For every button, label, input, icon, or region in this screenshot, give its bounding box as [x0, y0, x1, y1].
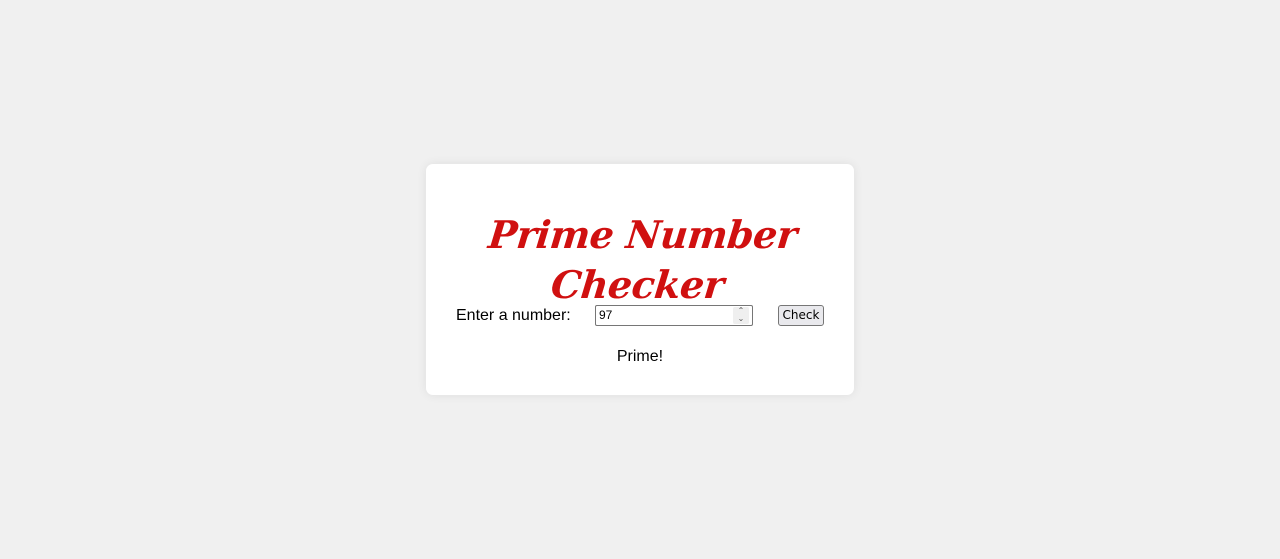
chevron-down-icon[interactable]: ⌄ [733, 315, 749, 323]
result-text: Prime! [616, 348, 664, 365]
number-field[interactable]: ⌃ ⌄ [595, 305, 753, 326]
checker-card: Prime Number Checker Enter a number: ⌃ ⌄… [426, 164, 854, 395]
page-title: Prime Number Checker [486, 212, 800, 307]
check-button[interactable]: Check [778, 305, 824, 326]
number-input[interactable] [596, 306, 733, 325]
number-spinner[interactable]: ⌃ ⌄ [733, 307, 749, 324]
number-label: Enter a number: [456, 307, 571, 324]
